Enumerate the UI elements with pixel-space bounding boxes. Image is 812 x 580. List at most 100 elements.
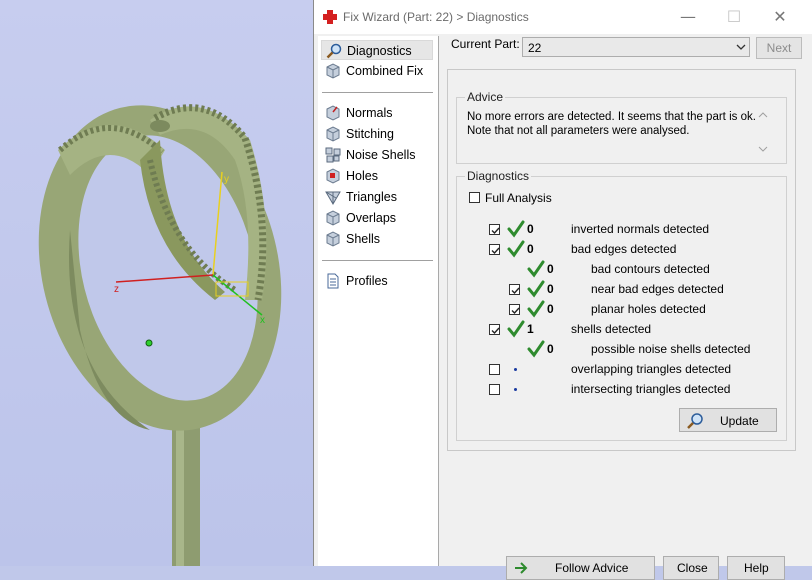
checkmark-icon	[491, 247, 500, 255]
diagnostic-checkbox[interactable]	[509, 284, 520, 295]
advice-group: Advice No more errors are detected. It s…	[456, 90, 787, 164]
diagnostic-label: inverted normals detected	[571, 222, 710, 236]
diagnostic-label: planar holes detected	[591, 302, 706, 316]
help-button[interactable]: Help	[727, 556, 785, 580]
advice-title: Advice	[465, 90, 506, 104]
green-check-icon	[507, 240, 525, 258]
diagnostic-label: shells detected	[571, 322, 652, 336]
title-bar: Fix Wizard (Part: 22) > Diagnostics — ☐ …	[314, 0, 812, 34]
nav-item-overlaps[interactable]: Overlaps	[321, 208, 433, 228]
magnifier-icon	[326, 43, 342, 59]
update-label: Update	[720, 414, 759, 428]
close-icon[interactable]: ✕	[757, 4, 803, 30]
current-part-select[interactable]: 22	[522, 37, 750, 57]
green-check-icon	[507, 220, 525, 238]
checkmark-icon	[491, 227, 500, 235]
stitching-icon	[326, 126, 340, 142]
noise-shells-icon	[325, 147, 341, 163]
overlaps-icon	[326, 210, 340, 226]
follow-advice-button[interactable]: Follow Advice	[506, 556, 655, 580]
green-check-icon	[527, 280, 545, 298]
nav-item-shells[interactable]: Shells	[321, 229, 433, 249]
diagnostic-checkbox[interactable]	[489, 364, 500, 375]
nav-divider	[322, 260, 433, 261]
diagnostic-label: possible noise shells detected	[591, 342, 751, 356]
green-check-icon	[527, 300, 545, 318]
nav-item-triangles[interactable]: Triangles	[321, 187, 433, 207]
diagnostic-checkbox[interactable]	[489, 224, 500, 235]
full-analysis-checkbox[interactable]	[469, 192, 480, 203]
diagnostic-label: intersecting triangles detected	[571, 382, 731, 396]
diagnostic-count: 1	[527, 322, 534, 336]
advice-scrollbar[interactable]	[755, 108, 771, 156]
shells-icon	[326, 231, 340, 247]
diagnostic-checkbox[interactable]	[509, 304, 520, 315]
update-button[interactable]: Update	[679, 408, 777, 432]
nav-item-profiles[interactable]: Profiles	[321, 271, 433, 291]
svg-text:x: x	[260, 315, 265, 326]
close-button[interactable]: Close	[663, 556, 719, 580]
nav-item-stitching[interactable]: Stitching	[321, 124, 433, 144]
nav-label: Overlaps	[346, 211, 397, 225]
close-label: Close	[677, 561, 708, 575]
nav-label: Diagnostics	[347, 44, 412, 58]
fix-wizard-dialog: Fix Wizard (Part: 22) > Diagnostics — ☐ …	[313, 0, 812, 580]
diagnostic-count: 0	[547, 282, 554, 296]
current-part-value: 22	[528, 41, 542, 55]
nav-label: Holes	[346, 169, 378, 183]
diagnostic-checkbox[interactable]	[489, 244, 500, 255]
chevron-down-icon	[736, 44, 746, 50]
checkmark-icon	[491, 327, 500, 335]
nav-label: Combined Fix	[346, 64, 424, 78]
diagnostic-count: 0	[547, 302, 554, 316]
ring-model-render: y z x	[38, 104, 282, 566]
diagnostic-count: 0	[527, 222, 534, 236]
pending-dot-icon	[514, 368, 517, 371]
nav-divider	[322, 92, 433, 93]
green-check-icon	[507, 320, 525, 338]
nav-item-normals[interactable]: Normals	[321, 103, 433, 123]
nav-label: Shells	[346, 232, 381, 246]
magnifier-icon	[687, 413, 703, 429]
nav-item-noise-shells[interactable]: Noise Shells	[321, 145, 433, 165]
follow-advice-label: Follow Advice	[555, 561, 629, 575]
diagnostic-label: near bad edges detected	[591, 282, 724, 296]
3d-viewport[interactable]: y z x	[0, 0, 314, 566]
nav-item-diagnostics[interactable]: Diagnostics	[321, 40, 433, 60]
pending-dot-icon	[514, 388, 517, 391]
diagnostic-label: bad edges detected	[571, 242, 677, 256]
green-check-icon	[527, 260, 545, 278]
minimize-icon[interactable]: —	[665, 4, 711, 30]
advice-text: No more errors are detected. It seems th…	[467, 111, 756, 137]
help-label: Help	[744, 561, 769, 575]
current-part-label: Current Part:	[451, 37, 520, 51]
checkmark-icon	[511, 287, 520, 295]
diagnostic-checkbox[interactable]	[489, 384, 500, 395]
diagnostics-panel: Advice No more errors are detected. It s…	[447, 69, 796, 451]
green-check-icon	[527, 340, 545, 358]
advice-textbox[interactable]: No more errors are detected. It seems th…	[463, 108, 771, 158]
red-cross-app-icon	[323, 10, 337, 24]
next-button[interactable]: Next	[756, 37, 802, 59]
diagnostics-title: Diagnostics	[465, 169, 532, 183]
window-title: Fix Wizard (Part: 22) > Diagnostics	[343, 10, 529, 24]
diagnostic-label: overlapping triangles detected	[571, 362, 732, 376]
diagnostics-group: Diagnostics Full Analysis 0 inverted norm…	[456, 169, 787, 441]
svg-text:z: z	[114, 284, 119, 295]
nav-item-combined-fix[interactable]: Combined Fix	[321, 61, 433, 81]
document-icon	[327, 273, 339, 289]
diagnostic-label: bad contours detected	[591, 262, 710, 276]
wizard-nav-pane: Diagnostics Combined Fix Normals Stitchi…	[318, 36, 439, 566]
diagnostic-checkbox[interactable]	[489, 324, 500, 335]
nav-label: Profiles	[346, 274, 388, 288]
holes-icon	[326, 168, 340, 184]
nav-label: Stitching	[346, 127, 394, 141]
normals-icon	[326, 105, 340, 121]
diagnostic-count: 0	[527, 242, 534, 256]
nav-item-holes[interactable]: Holes	[321, 166, 433, 186]
nav-label: Triangles	[346, 190, 397, 204]
arrow-right-icon	[515, 562, 528, 574]
maximize-icon[interactable]: ☐	[711, 4, 757, 30]
cube-icon	[326, 63, 340, 79]
full-analysis-label[interactable]: Full Analysis	[485, 191, 552, 205]
